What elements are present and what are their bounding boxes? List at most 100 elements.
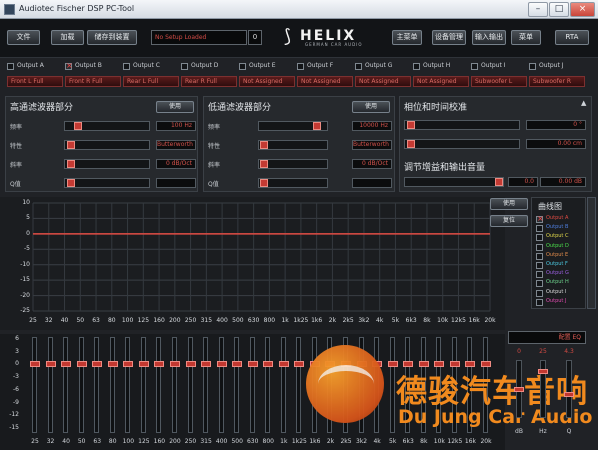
output-checkbox[interactable]: [239, 63, 246, 70]
delay-slider-thumb[interactable]: [407, 140, 415, 148]
eq-reset-button[interactable]: 复位: [490, 215, 528, 227]
load-button[interactable]: 加载: [51, 30, 84, 45]
curve-item-a[interactable]: Output A: [536, 214, 586, 224]
band-slider-knob[interactable]: [30, 360, 40, 367]
phase-slider-thumb[interactable]: [407, 121, 415, 129]
lowpass-slider-thumb[interactable]: [260, 179, 268, 187]
eq-use-button[interactable]: 使用: [490, 198, 528, 210]
band-slider[interactable]: [309, 337, 320, 433]
band-slider-knob[interactable]: [481, 360, 491, 367]
output-select-a[interactable]: Output A: [7, 62, 63, 72]
io-button[interactable]: 输入输出: [472, 30, 506, 45]
band-slider-knob[interactable]: [61, 360, 72, 367]
channel-tab-9[interactable]: Subwoofer L: [471, 76, 527, 87]
band-slider[interactable]: [325, 337, 336, 433]
band-slider[interactable]: [201, 337, 212, 433]
curve-item-g[interactable]: Output G: [536, 270, 586, 279]
channel-tab-7[interactable]: Not Assigned: [355, 76, 411, 87]
output-select-e[interactable]: Output E: [239, 62, 295, 72]
maximize-button[interactable]: □: [549, 2, 569, 17]
channel-tab-1[interactable]: Front L Full: [7, 76, 63, 87]
curve-checkbox[interactable]: [536, 214, 544, 223]
output-select-f[interactable]: Output F: [297, 62, 353, 72]
band-slider[interactable]: [185, 337, 196, 433]
curve-item-d[interactable]: Output D: [536, 243, 586, 252]
output-checkbox[interactable]: [123, 63, 130, 70]
band-edit-slider[interactable]: [514, 360, 524, 418]
highpass-slider-thumb[interactable]: [67, 179, 75, 187]
band-slider-knob[interactable]: [372, 360, 383, 367]
minimize-button[interactable]: –: [528, 2, 548, 17]
band-slider[interactable]: [123, 337, 134, 433]
highpass-toggle-button[interactable]: 使用: [156, 101, 194, 113]
band-slider[interactable]: [387, 337, 398, 433]
band-slider-knob[interactable]: [418, 360, 429, 367]
band-slider-knob[interactable]: [123, 360, 134, 367]
band-slider[interactable]: [61, 337, 72, 433]
curve-checkbox[interactable]: [536, 252, 543, 260]
main-menu-button[interactable]: 主菜单: [392, 30, 422, 45]
band-slider[interactable]: [481, 337, 491, 433]
band-slider-knob[interactable]: [325, 360, 336, 367]
highpass-slider[interactable]: [64, 121, 150, 131]
band-slider-knob[interactable]: [465, 360, 476, 367]
curve-checkbox[interactable]: [536, 289, 543, 297]
band-slider[interactable]: [294, 337, 305, 433]
output-select-h[interactable]: Output H: [413, 62, 469, 72]
output-checkbox[interactable]: [413, 63, 420, 70]
band-slider[interactable]: [356, 337, 367, 433]
band-slider-knob[interactable]: [154, 360, 165, 367]
lowpass-slider[interactable]: [258, 140, 328, 150]
band-slider-knob[interactable]: [216, 360, 227, 367]
highpass-slider-thumb[interactable]: [67, 141, 75, 149]
band-slider-knob[interactable]: [107, 360, 118, 367]
band-slider-knob[interactable]: [247, 360, 258, 367]
curve-item-e[interactable]: Output E: [536, 252, 586, 261]
menu-button[interactable]: 菜单: [511, 30, 541, 45]
highpass-slider-thumb[interactable]: [74, 122, 82, 130]
curve-checkbox[interactable]: [536, 234, 543, 242]
highpass-slider-thumb[interactable]: [67, 160, 75, 168]
close-button[interactable]: ×: [570, 2, 595, 17]
phase-slider[interactable]: [404, 120, 520, 130]
band-slider-knob[interactable]: [138, 360, 149, 367]
channel-tab-6[interactable]: Not Assigned: [297, 76, 353, 87]
rta-button[interactable]: RTA: [555, 30, 589, 45]
band-edit-slider[interactable]: [564, 360, 574, 418]
lowpass-slider[interactable]: [258, 178, 328, 188]
band-slider[interactable]: [169, 337, 180, 433]
lowpass-slider[interactable]: [258, 159, 328, 169]
band-slider[interactable]: [45, 337, 56, 433]
output-checkbox[interactable]: [65, 61, 73, 70]
curve-item-h[interactable]: Output H: [536, 279, 586, 288]
lowpass-slider-thumb[interactable]: [260, 160, 268, 168]
channel-tab-4[interactable]: Rear R Full: [181, 76, 237, 87]
output-select-c[interactable]: Output C: [123, 62, 179, 72]
band-slider[interactable]: [278, 337, 289, 433]
curves-scrollbar[interactable]: [587, 197, 596, 309]
band-slider[interactable]: [263, 337, 274, 433]
band-slider-knob[interactable]: [294, 360, 305, 367]
file-button[interactable]: 文件: [7, 30, 40, 45]
curve-checkbox[interactable]: [536, 298, 543, 306]
band-slider-knob[interactable]: [356, 360, 367, 367]
band-slider-knob[interactable]: [341, 360, 352, 367]
gain-slider-thumb[interactable]: [495, 178, 503, 186]
channel-tab-8[interactable]: Not Assigned: [413, 76, 469, 87]
output-checkbox[interactable]: [7, 63, 14, 70]
band-edit-slider-knob[interactable]: [564, 392, 574, 398]
band-slider-knob[interactable]: [76, 360, 87, 367]
device-manager-button[interactable]: 设备管理: [432, 30, 466, 45]
output-select-i[interactable]: Output I: [471, 62, 527, 72]
band-slider-knob[interactable]: [309, 360, 320, 367]
band-slider-knob[interactable]: [263, 360, 274, 367]
curve-item-i[interactable]: Output I: [536, 289, 586, 298]
lowpass-slider[interactable]: [258, 121, 328, 131]
curve-checkbox[interactable]: [536, 271, 543, 279]
band-slider[interactable]: [403, 337, 414, 433]
band-slider-knob[interactable]: [449, 360, 460, 367]
collapse-icon[interactable]: ▲: [581, 99, 586, 107]
band-slider[interactable]: [107, 337, 118, 433]
band-edit-slider-knob[interactable]: [514, 387, 524, 392]
band-slider[interactable]: [465, 337, 476, 433]
